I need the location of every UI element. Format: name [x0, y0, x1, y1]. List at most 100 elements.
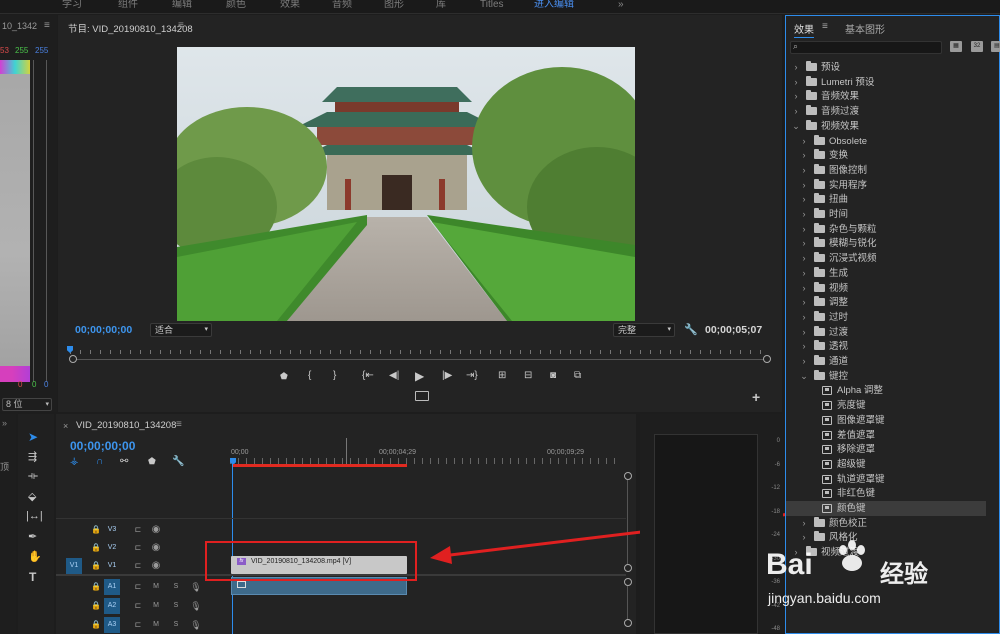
source-patch[interactable]	[66, 522, 82, 538]
solo-button[interactable]: S	[168, 598, 184, 614]
solo-button[interactable]: S	[168, 617, 184, 633]
chevron-down-icon[interactable]: ⌄	[792, 119, 800, 134]
effect-item[interactable]: 图像遮罩键	[786, 413, 986, 428]
sync-lock-icon[interactable]: ⊏	[130, 540, 146, 556]
chevron-right-icon[interactable]: ›	[800, 134, 808, 149]
chevron-right-icon[interactable]: ›	[792, 75, 800, 90]
chevron-right-icon[interactable]: ›	[792, 104, 800, 119]
chevron-right-icon[interactable]: ›	[800, 295, 808, 310]
track-target[interactable]: V3	[104, 522, 120, 538]
effect-folder[interactable]: › 音频效果	[786, 89, 986, 104]
lift-icon[interactable]: ⊞	[498, 370, 514, 381]
effect-folder[interactable]: ⌄ 视频效果	[786, 119, 986, 134]
chevron-right-icon[interactable]: ›	[800, 192, 808, 207]
sync-lock-icon[interactable]: ⊏	[130, 598, 146, 614]
effect-folder[interactable]: › 音频过渡	[786, 104, 986, 119]
effect-item[interactable]: 轨道遮罩键	[786, 472, 986, 487]
effect-folder[interactable]: › 杂色与颗粒	[786, 222, 986, 237]
track-target[interactable]: V1	[104, 558, 120, 574]
timeline-title[interactable]: VID_20190810_134208	[76, 420, 176, 431]
effect-folder[interactable]: › 过时	[786, 310, 986, 325]
solo-button[interactable]: S	[168, 579, 184, 595]
effect-folder[interactable]: › Obsolete	[786, 134, 986, 149]
effects-search-input[interactable]: ⌕	[790, 41, 942, 54]
in-point-icon[interactable]: {	[308, 370, 320, 381]
bit-depth-select[interactable]: 8 位 ▾	[2, 398, 52, 411]
chevron-right-icon[interactable]: ›	[800, 310, 808, 325]
chevron-right-icon[interactable]: ›	[800, 236, 808, 251]
workspace-tab-audio[interactable]: 音频	[332, 0, 352, 14]
effect-item[interactable]: 超级键	[786, 457, 986, 472]
eye-icon[interactable]: ◉	[148, 522, 164, 538]
effect-folder[interactable]: › 沉浸式视频	[786, 251, 986, 266]
sync-lock-icon[interactable]: ⊏	[130, 522, 146, 538]
add-button[interactable]: +	[752, 389, 760, 405]
effect-folder[interactable]: › 视频	[786, 281, 986, 296]
workspace-tab-learn[interactable]: 学习	[62, 0, 82, 14]
chevron-right-icon[interactable]: ›	[792, 89, 800, 104]
microphone-icon[interactable]: 🎙	[188, 598, 204, 614]
sync-lock-icon[interactable]: ⊏	[130, 579, 146, 595]
yuv-icon[interactable]: ▤	[991, 41, 1000, 52]
chevron-right-icon[interactable]: ›	[800, 222, 808, 237]
effect-item[interactable]: 差值遮罩	[786, 428, 986, 443]
add-marker-icon[interactable]: ⬟	[148, 456, 156, 467]
mute-button[interactable]: M	[148, 579, 164, 595]
export-frame-icon[interactable]: ◙	[550, 370, 566, 381]
chevron-right-icon[interactable]: ›	[800, 354, 808, 369]
lock-icon[interactable]: 🔒	[88, 540, 104, 556]
sync-lock-icon[interactable]: ⊏	[130, 558, 146, 574]
marker-icon[interactable]: ⬟	[280, 371, 292, 382]
chevron-right-icon[interactable]: ›	[800, 266, 808, 281]
step-back-icon[interactable]: ◀|	[389, 370, 403, 381]
source-patch[interactable]	[66, 579, 82, 595]
nest-icon[interactable]: ⚶	[70, 456, 79, 467]
safe-margins-icon[interactable]	[415, 391, 429, 401]
step-forward-icon[interactable]: |▶	[442, 370, 456, 381]
workspace-tab-assembly[interactable]: 组件	[118, 0, 138, 14]
tab-essential-graphics[interactable]: 基本图形	[845, 21, 885, 36]
effect-folder[interactable]: › 模糊与锐化	[786, 236, 986, 251]
go-to-out-icon[interactable]: ⇥}	[466, 370, 482, 381]
extract-icon[interactable]: ⊟	[524, 370, 540, 381]
razor-tool-icon[interactable]: ⬙	[28, 490, 36, 503]
workspace-tab-color[interactable]: 颜色	[226, 0, 246, 14]
zoom-handle-left[interactable]	[69, 355, 77, 363]
effect-folder[interactable]: › 时间	[786, 207, 986, 222]
effect-folder[interactable]: › 扭曲	[786, 192, 986, 207]
more-workspaces-icon[interactable]: »	[618, 0, 624, 14]
quality-select[interactable]: 完整 ▾	[613, 323, 675, 337]
effect-item[interactable]: Alpha 调整	[786, 383, 986, 398]
chevron-right-icon[interactable]: ›	[800, 281, 808, 296]
effect-folder[interactable]: › 过渡	[786, 325, 986, 340]
audio-scroll-handle-bottom[interactable]	[624, 619, 632, 627]
effect-folder[interactable]: › Lumetri 预设	[786, 75, 986, 90]
mute-button[interactable]: M	[148, 617, 164, 633]
source-patch[interactable]	[66, 617, 82, 633]
effect-folder[interactable]: › 调整	[786, 295, 986, 310]
chevron-right-icon[interactable]: ›	[800, 339, 808, 354]
chevron-right-icon[interactable]: ›	[800, 178, 808, 193]
selection-tool-icon[interactable]: ➤	[28, 430, 38, 444]
workspace-tab-libraries[interactable]: 库	[436, 0, 446, 14]
slip-tool-icon[interactable]: |↔|	[26, 510, 43, 522]
effect-item[interactable]: 非红色键	[786, 486, 986, 501]
snap-icon[interactable]: ∩	[96, 456, 103, 467]
workspace-tab-effects[interactable]: 效果	[280, 0, 300, 14]
lock-icon[interactable]: 🔒	[88, 558, 104, 574]
go-to-in-icon[interactable]: {⇤	[362, 370, 378, 381]
type-tool-icon[interactable]: T	[29, 570, 36, 584]
effect-folder[interactable]: › 通道	[786, 354, 986, 369]
effect-item[interactable]: 亮度键	[786, 398, 986, 413]
workspace-tab-active[interactable]: 进入编辑	[534, 0, 574, 14]
lock-icon[interactable]: 🔒	[88, 522, 104, 538]
source-patch[interactable]	[66, 598, 82, 614]
linked-selection-icon[interactable]: ⚯	[120, 456, 128, 467]
effect-folder[interactable]: › 预设	[786, 60, 986, 75]
microphone-icon[interactable]: 🎙	[188, 617, 204, 633]
lock-icon[interactable]: 🔒	[88, 579, 104, 595]
pen-tool-icon[interactable]: ✒	[28, 530, 37, 543]
zoom-handle-right[interactable]	[763, 355, 771, 363]
audio-scroll-handle-top[interactable]	[624, 578, 632, 586]
workspace-tab-graphics[interactable]: 图形	[384, 0, 404, 14]
